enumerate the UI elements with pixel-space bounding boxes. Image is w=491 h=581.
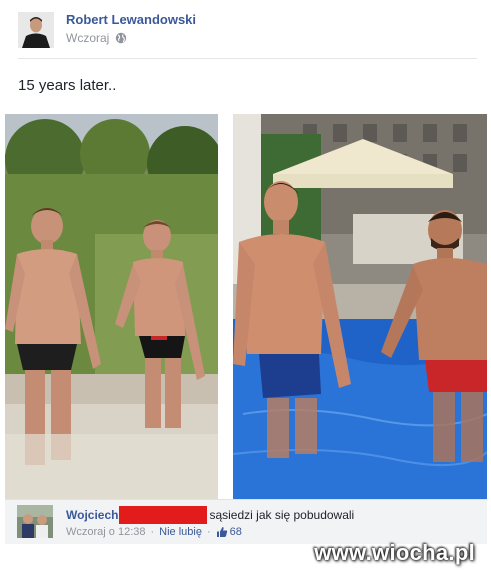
comment-text: sąsiedzi jak się pobudowali — [209, 508, 355, 522]
commenter-avatar-photo — [17, 505, 53, 538]
facebook-post: Robert Lewandowski Wczoraj 15 years late… — [0, 0, 491, 581]
redacted-name-block — [119, 506, 208, 524]
comment-timestamp[interactable]: Wczoraj o 12:38 — [66, 526, 145, 538]
separator-dot: · — [150, 526, 155, 538]
comment: Wojciech sąsiedzi jak się pobudowali Wcz… — [5, 499, 487, 544]
thumbs-up-icon[interactable] — [216, 526, 228, 538]
adult-photo-image — [233, 114, 487, 500]
comment-meta: Wczoraj o 12:38 · Nie lubię · 68 — [66, 526, 242, 538]
avatar-photo — [18, 12, 54, 48]
watermark: www.wiocha.pl — [314, 540, 475, 565]
post-timestamp[interactable]: Wczoraj — [66, 31, 109, 45]
author-name[interactable]: Robert Lewandowski — [66, 12, 196, 27]
post-text: 15 years later.. — [18, 77, 117, 94]
unlike-link[interactable]: Nie lubię — [159, 526, 202, 538]
comment-line: Wojciech sąsiedzi jak się pobudowali — [66, 506, 354, 524]
separator-dot: · — [206, 526, 211, 538]
post-meta: Wczoraj — [66, 31, 127, 45]
header-divider — [18, 58, 477, 59]
childhood-pool-photo[interactable] — [5, 114, 218, 500]
author-avatar[interactable] — [18, 12, 54, 48]
adult-pool-photo[interactable] — [233, 114, 487, 500]
childhood-photo-image — [5, 114, 218, 500]
like-count[interactable]: 68 — [230, 526, 242, 538]
comment-author[interactable]: Wojciech — [66, 508, 118, 522]
commenter-avatar[interactable] — [17, 505, 53, 538]
globe-icon[interactable] — [115, 32, 127, 44]
